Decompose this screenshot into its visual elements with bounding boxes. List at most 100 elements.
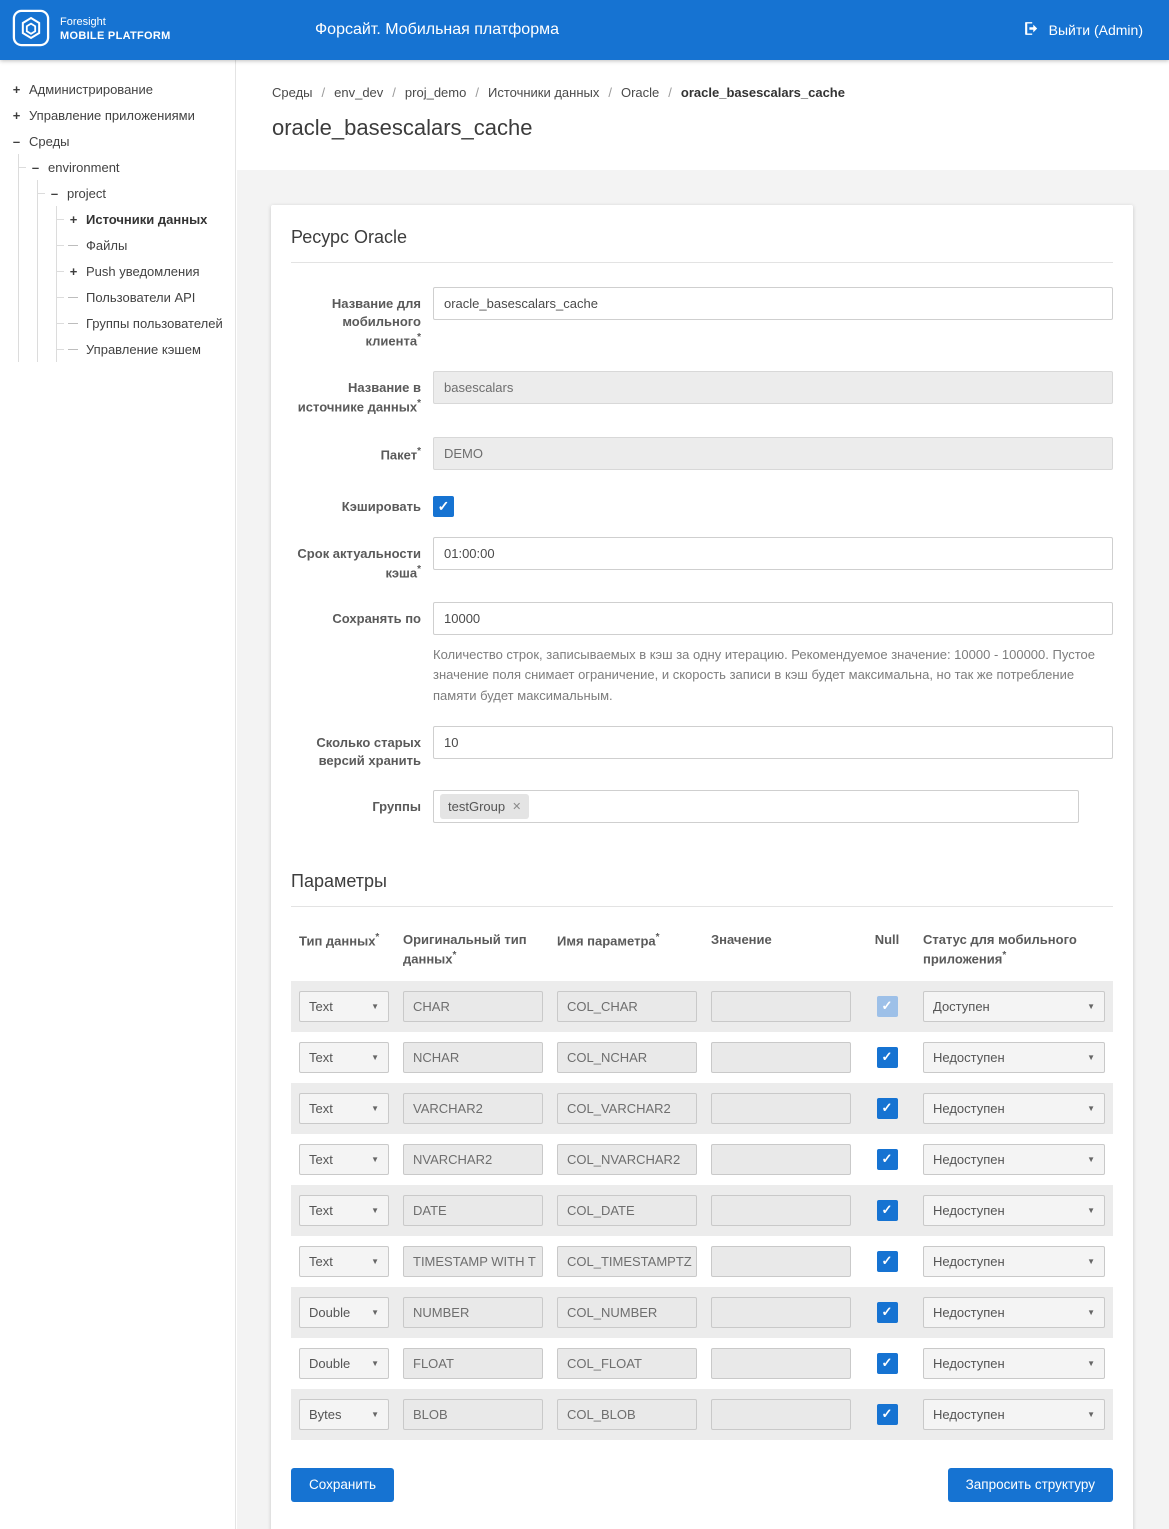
logout-icon	[1023, 20, 1040, 40]
original-type-input: CHAR	[403, 991, 543, 1022]
value-input[interactable]	[711, 1246, 851, 1277]
data-type-select[interactable]: Text ▼	[299, 1042, 389, 1073]
sidebar-item-cache-management[interactable]: Управление кэшем	[57, 336, 235, 362]
status-select[interactable]: Недоступен ▼	[923, 1042, 1105, 1073]
original-type-input: VARCHAR2	[403, 1093, 543, 1124]
sidebar-item-environments[interactable]: – Среды	[0, 128, 235, 154]
expand-icon[interactable]: +	[11, 108, 22, 123]
status-select[interactable]: Недоступен ▼	[923, 1144, 1105, 1175]
groups-tag-input[interactable]: testGroup ✕	[433, 790, 1079, 823]
data-type-value: Text	[309, 1152, 333, 1167]
data-type-select[interactable]: Text ▼	[299, 1144, 389, 1175]
null-checkbox[interactable]: ✓	[877, 1404, 898, 1425]
old-versions-input[interactable]	[433, 726, 1113, 759]
value-input[interactable]	[711, 991, 851, 1022]
expand-icon[interactable]: +	[68, 264, 79, 279]
sidebar-item-project[interactable]: – project	[38, 180, 235, 206]
breadcrumb-item[interactable]: Среды	[272, 85, 313, 100]
status-select[interactable]: Недоступен ▼	[923, 1399, 1105, 1430]
expand-icon[interactable]: +	[11, 82, 22, 97]
data-type-select[interactable]: Text ▼	[299, 1093, 389, 1124]
status-value: Доступен	[933, 999, 990, 1014]
collapse-icon[interactable]: –	[30, 160, 41, 175]
logout-label: Выйти (Admin)	[1049, 22, 1143, 38]
sidebar-item-label: Администрирование	[29, 82, 153, 97]
brand: Foresight MOBILE PLATFORM	[0, 9, 230, 52]
logout-button[interactable]: Выйти (Admin)	[1023, 20, 1143, 40]
value-input[interactable]	[711, 1144, 851, 1175]
sidebar-item-push-notifications[interactable]: + Push уведомления	[57, 258, 235, 284]
original-type-input: NVARCHAR2	[403, 1144, 543, 1175]
value-input[interactable]	[711, 1348, 851, 1379]
parameters-table-header: Тип данных* Оригинальный тип данных* Имя…	[291, 931, 1113, 981]
null-checkbox[interactable]: ✓	[877, 996, 898, 1017]
null-checkbox[interactable]: ✓	[877, 1302, 898, 1323]
value-input[interactable]	[711, 1399, 851, 1430]
value-input[interactable]	[711, 1093, 851, 1124]
parameter-row: Double ▼ FLOAT COL_FLOAT ✓ Недоступен ▼	[291, 1338, 1113, 1389]
null-checkbox[interactable]: ✓	[877, 1353, 898, 1374]
data-type-select[interactable]: Double ▼	[299, 1348, 389, 1379]
check-icon: ✓	[882, 1049, 893, 1065]
null-checkbox[interactable]: ✓	[877, 1098, 898, 1119]
sidebar-item-data-sources[interactable]: + Источники данных	[57, 206, 235, 232]
breadcrumb-item[interactable]: Oracle	[621, 85, 659, 100]
cache-ttl-input[interactable]	[433, 537, 1113, 570]
sidebar-item-user-groups[interactable]: Группы пользователей	[57, 310, 235, 336]
null-checkbox[interactable]: ✓	[877, 1200, 898, 1221]
status-select[interactable]: Недоступен ▼	[923, 1246, 1105, 1277]
data-type-select[interactable]: Double ▼	[299, 1297, 389, 1328]
status-select[interactable]: Доступен ▼	[923, 991, 1105, 1022]
collapse-icon[interactable]: –	[49, 186, 60, 201]
breadcrumb-item[interactable]: Источники данных	[488, 85, 599, 100]
batch-row: Сохранять по Количество строк, записывае…	[291, 602, 1113, 705]
tree-dash	[68, 245, 78, 246]
save-button[interactable]: Сохранить	[291, 1468, 394, 1502]
parameters-section-title: Параметры	[291, 871, 1113, 907]
null-checkbox[interactable]: ✓	[877, 1149, 898, 1170]
cache-ttl-row: Срок актуальности кэша*	[291, 537, 1113, 583]
remove-tag-icon[interactable]: ✕	[512, 800, 521, 813]
breadcrumb-separator	[322, 85, 326, 100]
breadcrumb-separator	[392, 85, 396, 100]
status-select[interactable]: Недоступен ▼	[923, 1195, 1105, 1226]
mobile-name-row: Название для мобильного клиента*	[291, 287, 1113, 351]
batch-size-input[interactable]	[433, 602, 1113, 635]
sidebar-item-administration[interactable]: + Администрирование	[0, 76, 235, 102]
chevron-down-icon: ▼	[1087, 1257, 1095, 1266]
status-select[interactable]: Недоступен ▼	[923, 1348, 1105, 1379]
data-type-select[interactable]: Text ▼	[299, 991, 389, 1022]
status-select[interactable]: Недоступен ▼	[923, 1297, 1105, 1328]
sidebar-item-environment[interactable]: – environment	[19, 154, 235, 180]
old-versions-row: Сколько старых версий хранить	[291, 726, 1113, 770]
null-checkbox[interactable]: ✓	[877, 1047, 898, 1068]
foresight-logo-icon	[12, 9, 50, 52]
request-structure-button[interactable]: Запросить структуру	[948, 1468, 1113, 1502]
expand-icon[interactable]: +	[68, 212, 79, 227]
breadcrumb-item[interactable]: proj_demo	[405, 85, 466, 100]
breadcrumb-item[interactable]: env_dev	[334, 85, 383, 100]
sidebar-item-api-users[interactable]: Пользователи API	[57, 284, 235, 310]
sidebar-item-files[interactable]: Файлы	[57, 232, 235, 258]
column-header-null: Null	[865, 931, 909, 969]
value-input[interactable]	[711, 1195, 851, 1226]
status-select[interactable]: Недоступен ▼	[923, 1093, 1105, 1124]
value-input[interactable]	[711, 1297, 851, 1328]
check-icon: ✓	[882, 1406, 893, 1422]
data-type-select[interactable]: Text ▼	[299, 1246, 389, 1277]
data-type-select[interactable]: Bytes ▼	[299, 1399, 389, 1430]
mobile-name-input[interactable]	[433, 287, 1113, 320]
old-versions-label: Сколько старых версий хранить	[291, 726, 421, 770]
data-type-value: Text	[309, 999, 333, 1014]
cache-checkbox[interactable]: ✓	[433, 496, 454, 517]
original-type-input: FLOAT	[403, 1348, 543, 1379]
groups-row: Группы testGroup ✕	[291, 790, 1113, 823]
data-type-value: Bytes	[309, 1407, 342, 1422]
null-checkbox[interactable]: ✓	[877, 1251, 898, 1272]
value-input[interactable]	[711, 1042, 851, 1073]
data-type-select[interactable]: Text ▼	[299, 1195, 389, 1226]
brand-line1: Foresight	[60, 16, 171, 30]
parameters-table-body: Text ▼ CHAR COL_CHAR ✓ Доступен ▼	[291, 981, 1113, 1440]
collapse-icon[interactable]: –	[11, 134, 22, 149]
sidebar-item-app-management[interactable]: + Управление приложениями	[0, 102, 235, 128]
